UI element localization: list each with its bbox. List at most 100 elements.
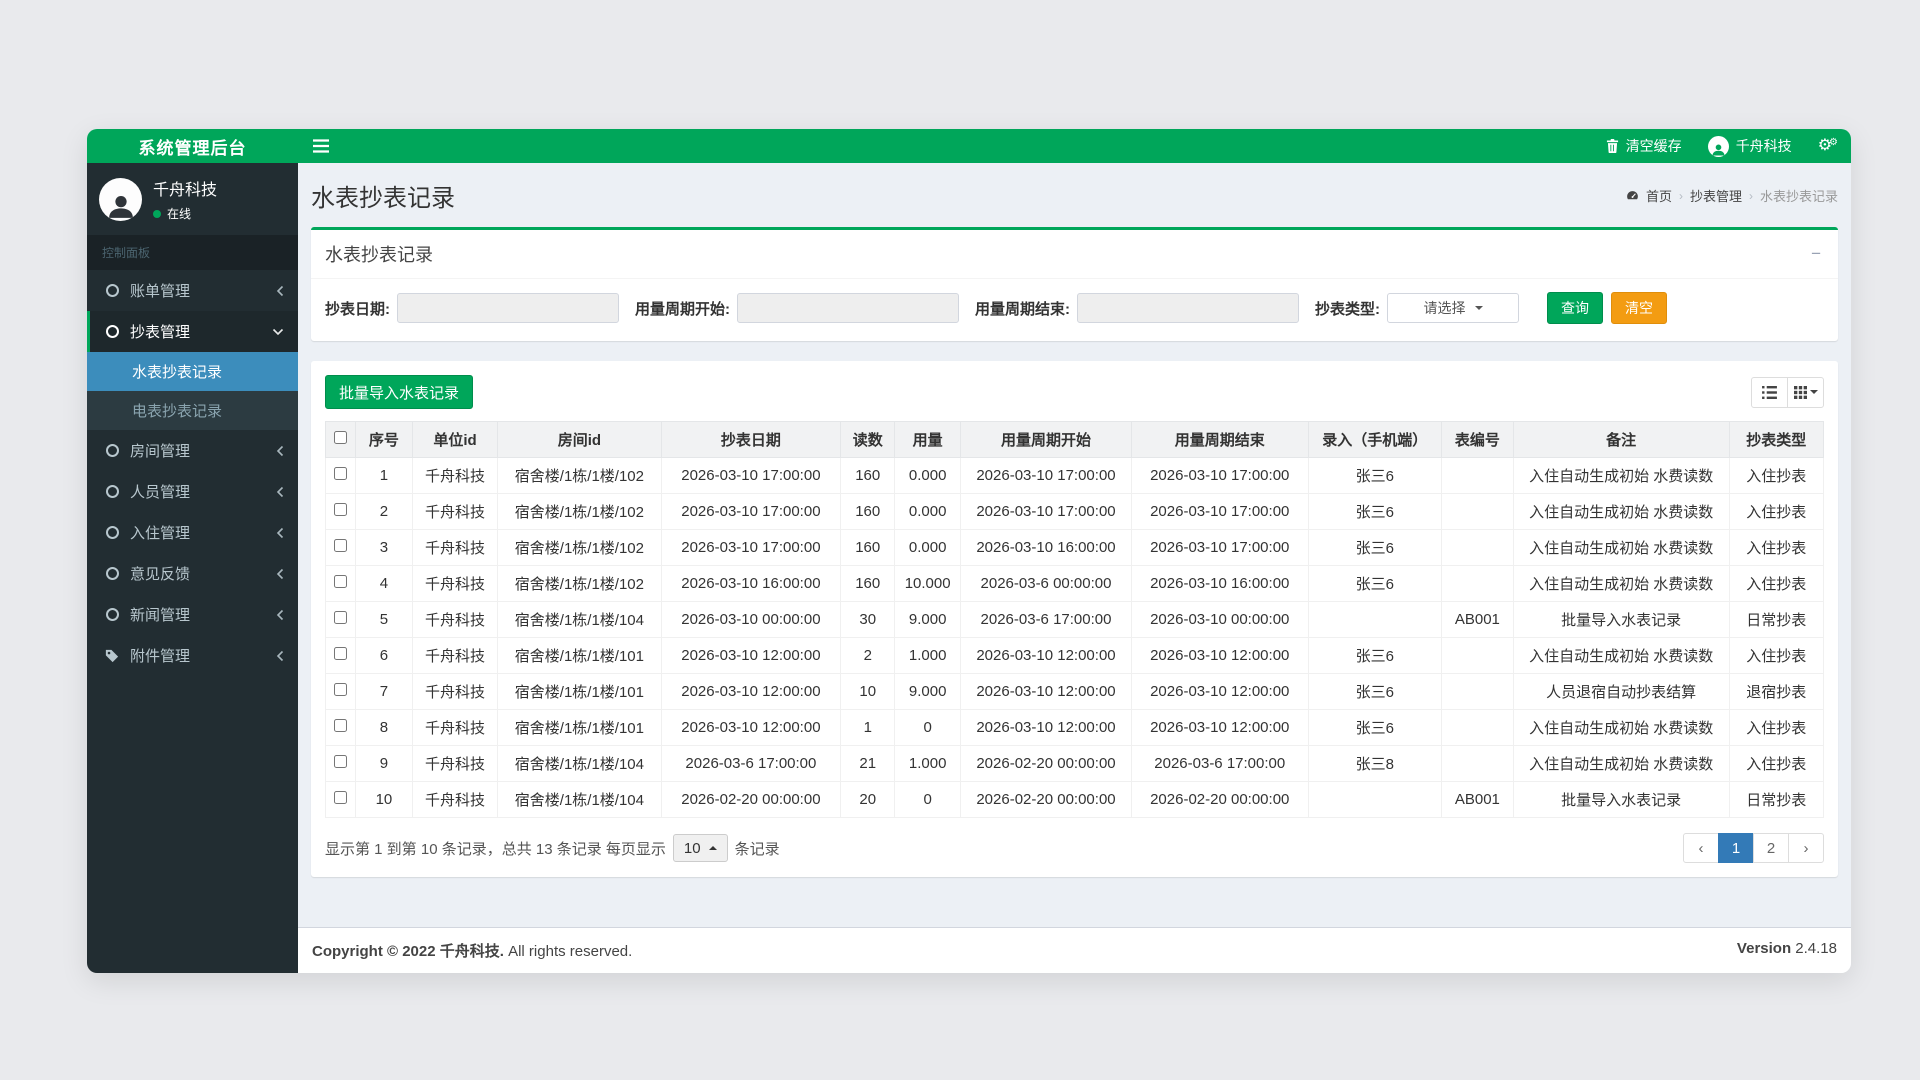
sidebar-subitem-water-meter-records[interactable]: 水表抄表记录: [87, 352, 298, 391]
cell-recorder: 张三8: [1307, 745, 1442, 782]
row-checkbox[interactable]: [333, 647, 347, 660]
clear-button[interactable]: 清空: [1611, 292, 1667, 324]
page-size-dropdown[interactable]: 10: [672, 834, 728, 862]
period-start-input[interactable]: [737, 293, 959, 323]
cell-reading-date: 2026-03-10 17:00:00: [660, 493, 842, 530]
list-view-button[interactable]: [1751, 376, 1788, 408]
table-row: 9 千舟科技 宿舍楼/1栋/1楼/104 2026-03-6 17:00:00 …: [325, 745, 1825, 782]
cell-unit-id: 千舟科技: [411, 745, 499, 782]
content: 水表抄表记录 − 抄表日期: 用量周期开始: 用量周期结束: 抄表类型: 请选择…: [298, 213, 1851, 927]
settings-button[interactable]: ⚙⚙: [1805, 129, 1851, 163]
cell-room-id: 宿舍楼/1栋/1楼/101: [497, 637, 662, 674]
cell-meter-no: [1440, 457, 1514, 494]
chevron-left-icon: [276, 650, 284, 662]
next-page-button[interactable]: ›: [1788, 833, 1824, 863]
cell-reading-type: 日常抄表: [1728, 781, 1825, 818]
clear-cache-button[interactable]: 清空缓存: [1593, 129, 1695, 163]
meter-submenu: 水表抄表记录 电表抄表记录: [87, 352, 298, 430]
search-button[interactable]: 查询: [1547, 292, 1603, 324]
app-logo[interactable]: 系统管理后台: [87, 129, 298, 163]
cell-reading-type: 入住抄表: [1728, 529, 1825, 566]
col-remark: 备注: [1512, 421, 1730, 458]
cell-reading: 21: [840, 745, 896, 782]
cell-period-start: 2026-02-20 00:00:00: [960, 745, 1132, 782]
reading-date-label: 抄表日期:: [325, 300, 390, 318]
breadcrumb-separator: ›: [1748, 188, 1753, 203]
cell-select: [325, 673, 356, 710]
cell-usage: 9.000: [894, 601, 962, 638]
cell-reading: 160: [840, 529, 896, 566]
cell-reading: 10: [840, 673, 896, 710]
prev-page-button[interactable]: ‹: [1683, 833, 1719, 863]
sidebar-item-meter-management[interactable]: 抄表管理: [87, 311, 298, 352]
breadcrumb-home[interactable]: 首页: [1646, 186, 1672, 205]
sidebar-toggle-button[interactable]: [298, 129, 344, 163]
user-online-status: 在线: [153, 205, 217, 222]
reading-type-select[interactable]: 请选择: [1387, 293, 1519, 323]
circle-o-icon: [105, 325, 119, 338]
columns-view-button[interactable]: [1787, 376, 1824, 408]
table-row: 4 千舟科技 宿舍楼/1栋/1楼/102 2026-03-10 16:00:00…: [325, 565, 1825, 602]
sidebar: 千舟科技 在线 控制面板 账单管理 抄表管理 水表抄表记录 电表抄表记录 房间管…: [87, 163, 298, 973]
col-unit-id: 单位id: [411, 421, 499, 458]
cell-select: [325, 745, 356, 782]
chevron-left-icon: [276, 285, 284, 297]
col-room-id: 房间id: [497, 421, 662, 458]
cell-period-end: 2026-02-20 00:00:00: [1130, 781, 1309, 818]
clear-cache-label: 清空缓存: [1625, 138, 1682, 154]
table-row: 5 千舟科技 宿舍楼/1栋/1楼/104 2026-03-10 00:00:00…: [325, 601, 1825, 638]
cell-reading-type: 入住抄表: [1728, 565, 1825, 602]
row-checkbox[interactable]: [333, 719, 347, 732]
cell-meter-no: [1440, 745, 1514, 782]
chevron-down-icon: [272, 328, 284, 336]
row-checkbox[interactable]: [333, 791, 347, 804]
cell-unit-id: 千舟科技: [411, 457, 499, 494]
cell-room-id: 宿舍楼/1栋/1楼/102: [497, 529, 662, 566]
filter-box-header: 水表抄表记录 −: [311, 230, 1838, 279]
navbar-user-name: 千舟科技: [1735, 138, 1792, 154]
cell-remark: 入住自动生成初始 水费读数: [1512, 457, 1730, 494]
user-menu[interactable]: 千舟科技: [1695, 129, 1805, 163]
sidebar-item-bill-management[interactable]: 账单管理: [87, 270, 298, 311]
sidebar-item-personnel-management[interactable]: 人员管理: [87, 471, 298, 512]
sidebar-item-checkin-management[interactable]: 入住管理: [87, 512, 298, 553]
cell-recorder: 张三6: [1307, 565, 1442, 602]
row-checkbox[interactable]: [333, 539, 347, 552]
cell-unit-id: 千舟科技: [411, 709, 499, 746]
row-checkbox[interactable]: [333, 575, 347, 588]
row-checkbox[interactable]: [333, 611, 347, 624]
cell-period-start: 2026-03-10 17:00:00: [960, 493, 1132, 530]
cell-reading-date: 2026-03-10 00:00:00: [660, 601, 842, 638]
row-checkbox[interactable]: [333, 503, 347, 516]
sidebar-item-news-management[interactable]: 新闻管理: [87, 594, 298, 635]
cell-usage: 10.000: [894, 565, 962, 602]
circle-o-icon: [105, 485, 119, 498]
cell-recorder: 张三6: [1307, 493, 1442, 530]
page-button-1[interactable]: 1: [1718, 833, 1754, 863]
chevron-left-icon: [276, 568, 284, 580]
cell-usage: 1.000: [894, 745, 962, 782]
breadcrumb-meter-management[interactable]: 抄表管理: [1690, 186, 1742, 205]
period-end-input[interactable]: [1077, 293, 1299, 323]
breadcrumb: 首页 › 抄表管理 › 水表抄表记录: [1626, 186, 1838, 205]
row-checkbox[interactable]: [333, 467, 347, 480]
table-toolbar: 批量导入水表记录: [325, 375, 1824, 409]
sidebar-subitem-electric-meter-records[interactable]: 电表抄表记录: [87, 391, 298, 430]
cell-meter-no: [1440, 637, 1514, 674]
page-button-2[interactable]: 2: [1753, 833, 1789, 863]
sidebar-item-attachment-management[interactable]: 附件管理: [87, 635, 298, 676]
select-all-checkbox[interactable]: [333, 431, 347, 444]
row-checkbox[interactable]: [333, 755, 347, 768]
sidebar-item-feedback[interactable]: 意见反馈: [87, 553, 298, 594]
cell-room-id: 宿舍楼/1栋/1楼/102: [497, 493, 662, 530]
row-checkbox[interactable]: [333, 683, 347, 696]
batch-import-button[interactable]: 批量导入水表记录: [325, 375, 474, 409]
table-row: 1 千舟科技 宿舍楼/1栋/1楼/102 2026-03-10 17:00:00…: [325, 457, 1825, 494]
cell-reading-date: 2026-03-10 17:00:00: [660, 529, 842, 566]
collapse-box-button[interactable]: −: [1808, 244, 1824, 264]
table-row: 3 千舟科技 宿舍楼/1栋/1楼/102 2026-03-10 17:00:00…: [325, 529, 1825, 566]
cell-reading-type: 入住抄表: [1728, 745, 1825, 782]
reading-date-input[interactable]: [397, 293, 619, 323]
admin-app-window: 系统管理后台 清空缓存 千舟科技 ⚙⚙ 千舟科技 在线 控制面板 账单管理 抄表…: [87, 129, 1851, 973]
sidebar-item-room-management[interactable]: 房间管理: [87, 430, 298, 471]
